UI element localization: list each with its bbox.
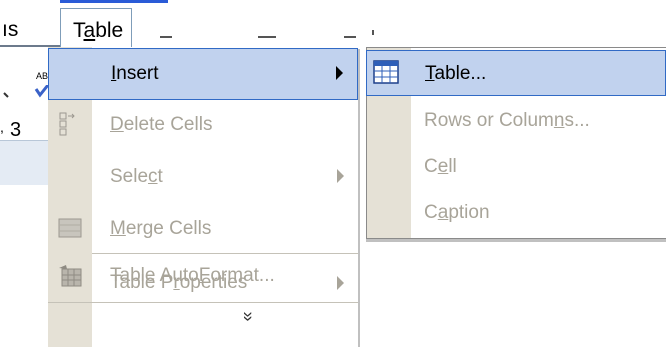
expand-chevron-icon: »: [238, 311, 259, 322]
menu-item-label: Merge Cells: [110, 218, 212, 239]
spelling-check-icon: [3, 85, 48, 98]
submenu-item-label: Rows or Columns...: [424, 110, 590, 131]
dropdown-fragment: ,: [0, 119, 4, 135]
submenu-arrow-icon: [337, 169, 344, 183]
menubar-item-partial[interactable]: ıs: [2, 18, 18, 42]
menubar: ıs Table: [0, 0, 666, 48]
submenu-arrow-icon: [337, 276, 344, 290]
left-toolbar-stub: AB 3 ,: [0, 47, 48, 347]
toolbar-dash: [372, 30, 374, 35]
menu-item-select[interactable]: Select: [48, 152, 358, 204]
menu-expand-button[interactable]: »: [48, 300, 358, 347]
menu-separator: [92, 253, 358, 254]
submenu-item-label: Table...: [425, 63, 487, 84]
toolbar-dash: [160, 36, 172, 38]
menu-item-label: Table Properties: [110, 272, 248, 293]
menu-item-label: Insert: [111, 63, 159, 84]
menubar-item-table[interactable]: Table: [60, 8, 132, 48]
font-size-fragment[interactable]: 3: [10, 119, 21, 142]
submenu-item-table[interactable]: Table...: [366, 50, 666, 96]
submenu-item-label: Caption: [424, 202, 490, 223]
submenu-item-label: Cell: [424, 156, 457, 177]
menu-item-label: Select: [110, 166, 163, 187]
submenu-item-caption[interactable]: Caption: [366, 190, 666, 236]
menubar-accent: [60, 0, 168, 3]
toolbar-dash: [344, 36, 356, 38]
toolbar-dash: [258, 36, 276, 38]
merge-cells-icon: [58, 218, 82, 238]
submenu-item-rows-or-columns[interactable]: Rows or Columns...: [366, 98, 666, 144]
toolbar-row: [0, 140, 48, 185]
submenu-arrow-icon: [336, 66, 343, 80]
menu-item-insert[interactable]: Insert: [48, 48, 358, 100]
insert-table-icon: [373, 60, 399, 84]
menu-item-merge-cells[interactable]: Merge Cells: [48, 204, 358, 252]
menu-item-delete-cells[interactable]: Delete Cells: [48, 100, 358, 152]
spelling-button-fragment[interactable]: AB: [36, 71, 48, 81]
menu-item-label: Delete Cells: [110, 114, 213, 135]
submenu-item-cell[interactable]: Cell: [366, 144, 666, 190]
menubar-item-table-label: Table: [73, 19, 124, 42]
delete-cells-icon: [59, 112, 75, 136]
